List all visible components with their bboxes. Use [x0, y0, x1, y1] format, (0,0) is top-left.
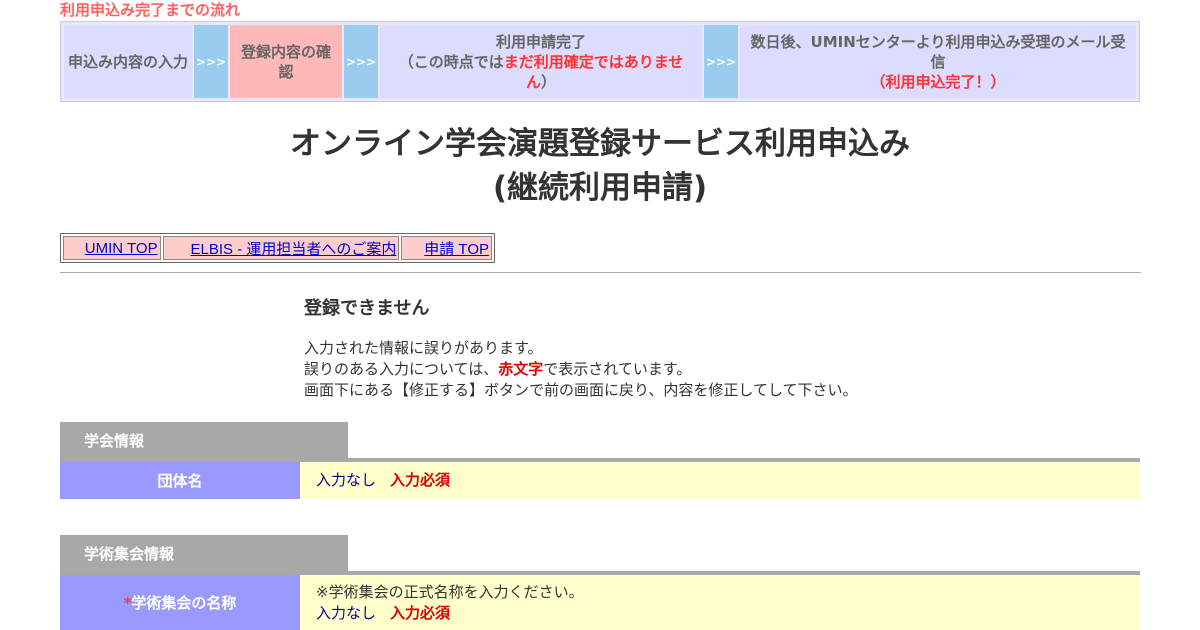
flow-step-confirm: 登録内容の確認 [230, 25, 342, 98]
section-header-meeting: 学術集会情報 [60, 535, 348, 571]
flow-step-mail-note: （利用申込完了！） [870, 72, 1006, 91]
error-message: 入力された情報に誤りがあります。 誤りのある入力については、赤文字で表示されてい… [304, 339, 858, 399]
flow-step-input: 申込み内容の入力 [64, 25, 192, 98]
nav-link-elbis[interactable]: ELBIS - 運用担当者へのご案内 [162, 236, 400, 260]
section-header-society: 学会情報 [60, 422, 348, 458]
row-label-organization: 団体名 [60, 462, 300, 499]
flow-step-complete-note: （この時点ではまだ利用確定ではありません） [398, 52, 684, 91]
flow-arrow: >>> [194, 25, 228, 98]
row-value-meeting-name: ※学術集会の正式名称を入力ください。 入力なし 入力必須 [300, 575, 1140, 630]
flow-step-mail-title: 数日後、UMINセンターより利用申込み受理のメール受信 [750, 32, 1126, 71]
form-row-organization: 団体名 入力なし 入力必須 [60, 462, 1140, 499]
row-label-meeting-name: * 学術集会の名称 [60, 575, 300, 630]
nav-links: UMIN TOP ELBIS - 運用担当者へのご案内 申請 TOP [60, 233, 495, 263]
meeting-name-note: ※学術集会の正式名称を入力ください。 [316, 582, 584, 601]
flow-arrow: >>> [344, 25, 378, 98]
nav-link-umin-top[interactable]: UMIN TOP [63, 236, 161, 260]
flow-steps: 申込み内容の入力 >>> 登録内容の確認 >>> 利用申請完了 （この時点ではま… [60, 21, 1140, 102]
flow-step-complete-title: 利用申請完了 [495, 32, 586, 51]
row-value-organization: 入力なし 入力必須 [300, 462, 1140, 499]
error-title: 登録できません [304, 298, 430, 319]
divider [60, 272, 1141, 273]
page-title: オンライン学会演題登録サービス利用申込み (継続利用申請) [290, 126, 910, 206]
form-row-meeting-name: * 学術集会の名称 ※学術集会の正式名称を入力ください。 入力なし 入力必須 [60, 575, 1140, 630]
nav-link-apply-top[interactable]: 申請 TOP [401, 236, 492, 260]
flow-step-mail: 数日後、UMINセンターより利用申込み受理のメール受信 （利用申込完了！） [740, 25, 1136, 98]
flow-step-complete: 利用申請完了 （この時点ではまだ利用確定ではありません） [380, 25, 702, 98]
flow-arrow: >>> [704, 25, 738, 98]
flow-label: 利用申込み完了までの流れ [60, 1, 241, 19]
